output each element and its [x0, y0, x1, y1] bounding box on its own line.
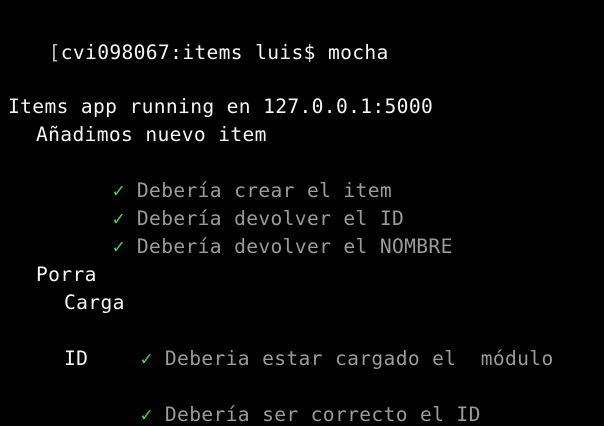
- test-result-line: ✓ Debería crear el item: [64, 149, 392, 202]
- test-result-line: ✓ Deberia estar cargado el módulo: [92, 317, 554, 370]
- prompt-command: cvi098067:items luis$ mocha: [60, 41, 389, 64]
- suite-title-anadimos: Añadimos nuevo item: [36, 123, 267, 146]
- test-title: Debería devolver el NOMBRE: [136, 235, 453, 258]
- terminal-window[interactable]: [cvi098067:items luis$ mocha Items app r…: [0, 0, 604, 426]
- test-title: Deberia estar cargado el módulo: [164, 347, 554, 370]
- server-message: Items app running en 127.0.0.1:5000: [8, 95, 434, 118]
- prompt-line: [cvi098067:items luis$ mocha: [0, 11, 389, 64]
- subsuite-title-carga: Carga: [64, 291, 125, 314]
- check-icon: ✓: [140, 347, 153, 370]
- subsuite-title-id: ID: [64, 347, 89, 370]
- test-result-line: ✓ Debería devolver el ID: [64, 177, 404, 230]
- check-icon: ✓: [112, 235, 125, 258]
- test-title: Debería ser correcto el ID: [164, 403, 481, 426]
- check-icon: ✓: [140, 403, 153, 426]
- prompt-bracket: [: [48, 41, 61, 64]
- test-result-line: ✓ Debería ser correcto el ID: [92, 373, 481, 426]
- suite-title-porra: Porra: [36, 263, 97, 286]
- test-result-line: ✓ Debería devolver el NOMBRE: [64, 205, 453, 258]
